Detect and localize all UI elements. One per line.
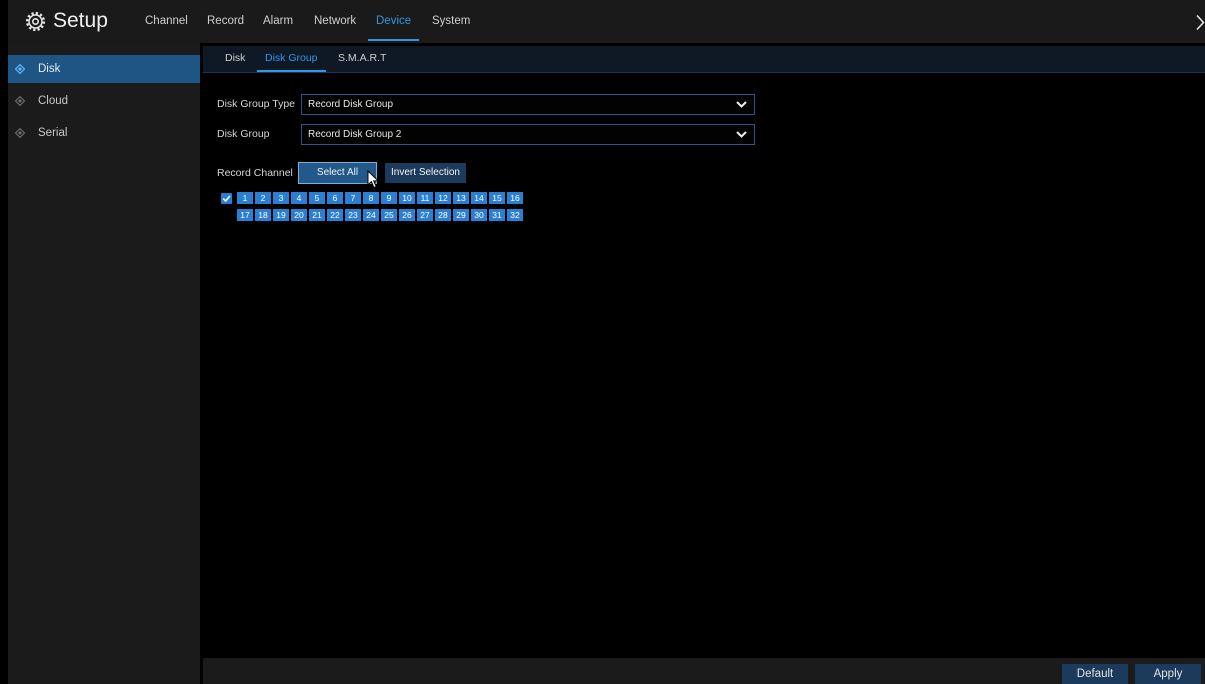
channel-box[interactable]: 30 [471, 209, 487, 221]
sub-tab-smart[interactable]: S.M.A.R.T [330, 46, 394, 72]
disk-group-select[interactable]: Record Disk Group 2 [301, 124, 755, 145]
channel-box[interactable]: 26 [399, 209, 415, 221]
channel-box[interactable]: 21 [309, 209, 325, 221]
tab-channel[interactable]: Channel [137, 0, 196, 43]
tab-device[interactable]: Device [368, 0, 420, 43]
invert-selection-button[interactable]: Invert Selection [385, 163, 466, 183]
channel-grid: 1 2 3 4 5 6 7 8 9 10 11 12 13 14 15 16 17 18 19 20 21 22 23 24 2… [237, 192, 523, 221]
tab-network[interactable]: Network [306, 0, 364, 43]
tab-system[interactable]: System [424, 0, 478, 43]
chevron-right-icon[interactable] [1195, 14, 1205, 31]
menu-bullet-icon [15, 128, 25, 138]
channel-box[interactable]: 13 [453, 192, 469, 204]
channel-box[interactable]: 27 [417, 209, 433, 221]
channel-box[interactable]: 10 [399, 192, 415, 204]
channel-box[interactable]: 2 [255, 192, 271, 204]
chevron-down-icon [736, 131, 747, 138]
sub-tab-disk[interactable]: Disk [217, 46, 253, 72]
channel-box[interactable]: 4 [291, 192, 307, 204]
sidebar-item-cloud[interactable]: Cloud [8, 87, 200, 115]
footer-bar: Default Apply [203, 658, 1205, 684]
all-channels-checkbox[interactable] [221, 193, 232, 204]
chevron-down-icon [736, 101, 747, 108]
record-channel-label: Record Channel [217, 167, 293, 179]
channel-box[interactable]: 17 [237, 209, 253, 221]
channel-box[interactable]: 19 [273, 209, 289, 221]
top-bar: Setup Channel Record Alarm Network Devic… [8, 0, 1205, 43]
channel-box[interactable]: 24 [363, 209, 379, 221]
disk-group-type-value: Record Disk Group [308, 99, 394, 110]
sidebar-item-serial[interactable]: Serial [8, 119, 200, 147]
channel-box[interactable]: 5 [309, 192, 325, 204]
channel-box[interactable]: 29 [453, 209, 469, 221]
disk-group-type-label: Disk Group Type [217, 98, 296, 110]
menu-bullet-icon [15, 96, 25, 106]
channel-box[interactable]: 3 [273, 192, 289, 204]
menu-bullet-icon [15, 64, 25, 74]
sub-tab-disk-group[interactable]: Disk Group [257, 46, 326, 72]
apply-button[interactable]: Apply [1135, 664, 1201, 684]
channel-box[interactable]: 7 [345, 192, 361, 204]
channel-box[interactable]: 25 [381, 209, 397, 221]
disk-group-value: Record Disk Group 2 [308, 129, 402, 140]
disk-group-label: Disk Group [217, 128, 270, 140]
channel-box[interactable]: 31 [489, 209, 505, 221]
channel-box[interactable]: 14 [471, 192, 487, 204]
app-title: Setup [53, 9, 108, 32]
channel-box[interactable]: 28 [435, 209, 451, 221]
gear-icon [25, 11, 46, 32]
channel-box[interactable]: 18 [255, 209, 271, 221]
channel-box[interactable]: 22 [327, 209, 343, 221]
sub-tab-bar: Disk Disk Group S.M.A.R.T [203, 46, 1205, 73]
channel-box[interactable]: 32 [507, 209, 523, 221]
channel-box[interactable]: 9 [381, 192, 397, 204]
sidebar-item-label: Serial [38, 127, 68, 139]
channel-box[interactable]: 12 [435, 192, 451, 204]
tab-alarm[interactable]: Alarm [255, 0, 301, 43]
sidebar-item-disk[interactable]: Disk [8, 55, 200, 83]
channel-box[interactable]: 8 [363, 192, 379, 204]
channel-box[interactable]: 6 [327, 192, 343, 204]
mouse-cursor [367, 170, 379, 189]
channel-box[interactable]: 20 [291, 209, 307, 221]
channel-box[interactable]: 11 [417, 192, 433, 204]
channel-box[interactable]: 15 [489, 192, 505, 204]
sidebar: Disk Cloud Serial [8, 43, 200, 684]
sidebar-item-label: Disk [38, 63, 61, 75]
channel-box[interactable]: 23 [345, 209, 361, 221]
default-button[interactable]: Default [1062, 664, 1128, 684]
channel-box[interactable]: 1 [237, 192, 253, 204]
disk-group-type-select[interactable]: Record Disk Group [301, 94, 755, 115]
select-all-button[interactable]: Select All [298, 162, 377, 184]
tab-record[interactable]: Record [199, 0, 252, 43]
channel-box[interactable]: 16 [507, 192, 523, 204]
sidebar-item-label: Cloud [38, 95, 69, 107]
